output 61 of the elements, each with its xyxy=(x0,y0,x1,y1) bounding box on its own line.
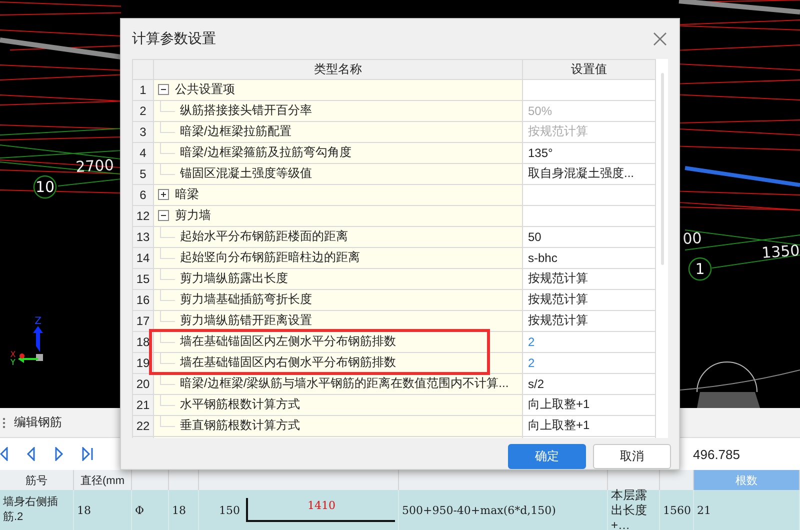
group-name[interactable]: 暗梁 xyxy=(175,186,199,204)
row-number: 13 xyxy=(132,226,154,248)
axis-marker: 10 xyxy=(33,175,57,199)
table-cell-text: 墙身右侧插筋.2 xyxy=(3,495,59,525)
table-cell: 1560 xyxy=(663,502,691,518)
parameter-value[interactable]: 135° xyxy=(528,146,553,160)
parameter-value[interactable]: 2 xyxy=(528,334,535,349)
table-cell: 18 xyxy=(172,502,186,518)
collapse-icon[interactable] xyxy=(158,84,169,96)
row-number: 1 xyxy=(132,79,154,100)
segment-length: 1410 xyxy=(308,498,336,514)
table-cell: 150 xyxy=(219,502,240,518)
row-number: 6 xyxy=(132,184,154,206)
dialog-title: 计算参数设置 xyxy=(132,30,217,48)
row-number: 21 xyxy=(132,394,154,416)
row-number: 17 xyxy=(132,310,154,332)
parameter-value[interactable]: 2 xyxy=(528,356,535,370)
row-number: 15 xyxy=(132,268,154,290)
row-number: 3 xyxy=(132,121,154,142)
row-number: 2 xyxy=(132,100,154,122)
close-icon[interactable] xyxy=(653,32,667,46)
cancel-button[interactable]: 取消 xyxy=(593,444,671,469)
column-header[interactable]: 设置值 xyxy=(522,59,656,80)
table-cell: 500+950-40+max(6*d,150) xyxy=(402,502,556,518)
grip-icon[interactable] xyxy=(3,416,6,428)
row-number: 22 xyxy=(132,415,154,436)
first-record-icon[interactable] xyxy=(0,447,8,461)
collapse-icon[interactable] xyxy=(158,210,169,222)
row-number: 5 xyxy=(132,163,154,184)
axis-marker: 1 xyxy=(688,257,712,281)
table-row[interactable] xyxy=(0,490,800,530)
group-name[interactable]: 剪力墙 xyxy=(175,207,211,224)
parameter-value[interactable]: s-bhc xyxy=(528,250,558,265)
parameter-value[interactable]: s/2 xyxy=(528,376,544,391)
axis-gizmo-drawing xyxy=(18,326,43,363)
parameter-value[interactable]: 50 xyxy=(528,230,542,244)
previous-record-icon[interactable] xyxy=(26,447,36,461)
dimension-label: 2700 xyxy=(75,156,114,176)
panel-title: 编辑钢筋 xyxy=(14,414,62,431)
next-record-icon[interactable] xyxy=(54,447,64,461)
row-number: 12 xyxy=(132,205,154,226)
table-cell: 21 xyxy=(697,502,711,518)
last-record-icon[interactable] xyxy=(82,447,93,461)
row-number: 4 xyxy=(132,142,154,164)
axis-label: X xyxy=(10,350,16,359)
column-header[interactable]: 类型名称 xyxy=(154,59,522,80)
row-number: 14 xyxy=(132,247,154,268)
expand-icon[interactable] xyxy=(158,189,169,200)
row-number: 16 xyxy=(132,289,154,310)
axis-label: Z xyxy=(34,316,42,327)
column-header[interactable]: 筋号 xyxy=(0,470,74,490)
dimension-label: 1350 xyxy=(761,241,800,262)
group-name[interactable]: 公共设置项 xyxy=(175,81,235,98)
coordinate-readout: 496.785 xyxy=(693,446,740,462)
confirm-button[interactable]: 确定 xyxy=(508,444,586,469)
table-cell-text: 本层露出长度+… xyxy=(611,488,648,530)
table-cell: Φ xyxy=(135,502,144,518)
axis-label: Y xyxy=(10,358,16,367)
row-number: 20 xyxy=(132,373,154,394)
dimension-label: 00 xyxy=(682,229,702,248)
table-cell: 18 xyxy=(77,502,91,518)
